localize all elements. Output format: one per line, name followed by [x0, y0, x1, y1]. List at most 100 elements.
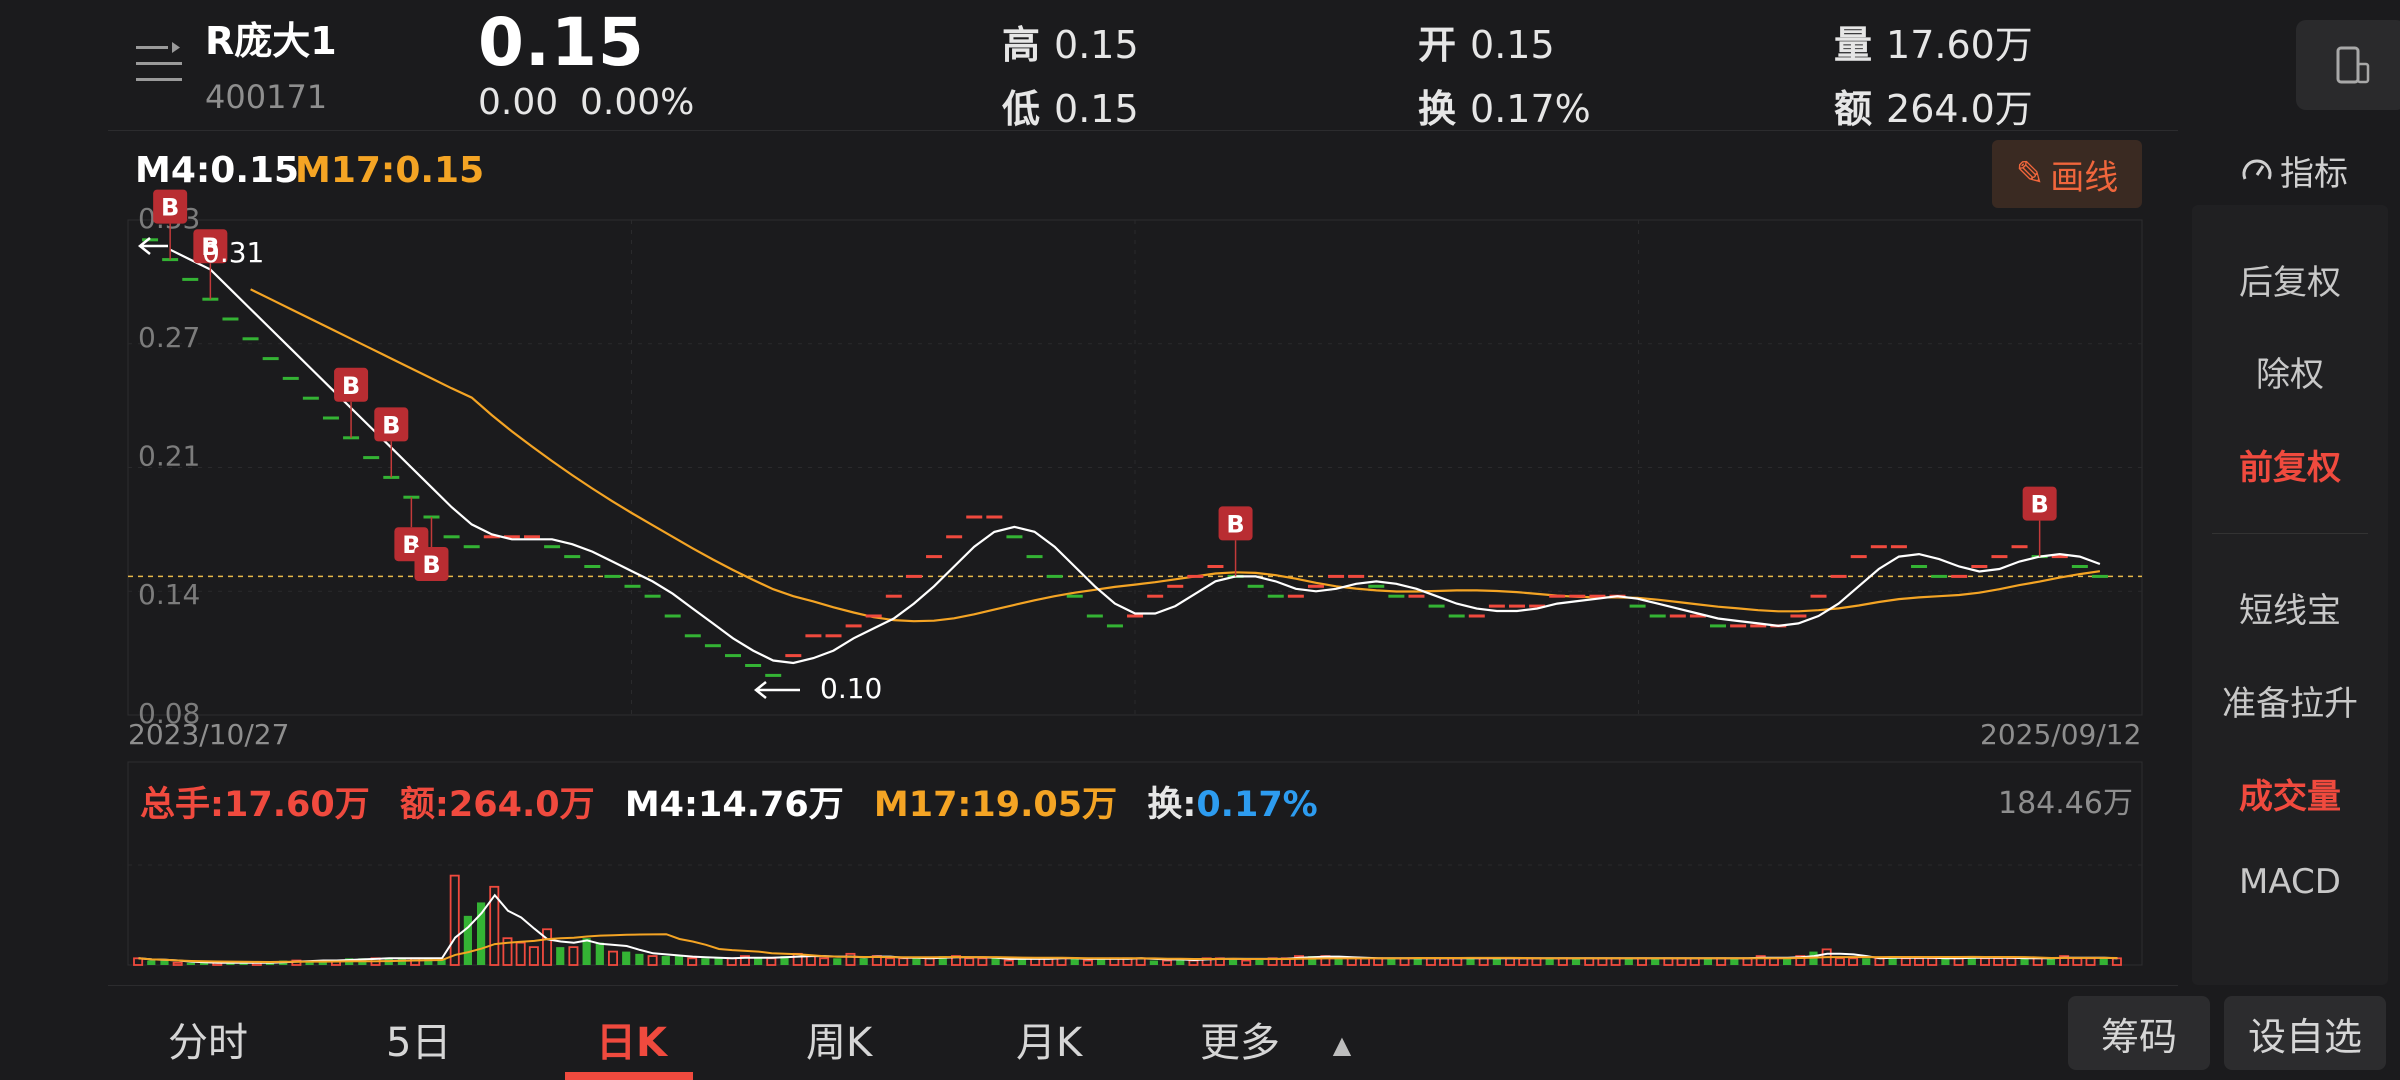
candle	[1669, 614, 1686, 618]
y-tick-label: 0.21	[138, 440, 200, 473]
volume-bar	[805, 955, 816, 966]
volume-bar	[1862, 958, 1871, 965]
volume-bar	[528, 946, 539, 966]
volume-ma4: M4:14.76万	[624, 785, 844, 825]
volume-bar	[595, 942, 604, 965]
candle	[1006, 535, 1023, 539]
candle	[1569, 594, 1586, 598]
volume-bar	[1689, 957, 1700, 966]
option-forward-adjusted[interactable]: 前复权	[2192, 440, 2388, 489]
candle	[885, 594, 902, 598]
option-macd[interactable]: MACD	[2192, 862, 2388, 902]
volume-bar	[515, 941, 526, 966]
volume-bar	[1439, 957, 1450, 966]
candle	[1428, 604, 1445, 608]
ma17-curve	[250, 288, 2101, 623]
volume-max-label: 184.46万	[1998, 786, 2133, 821]
volume-bar	[1663, 957, 1674, 966]
candle	[845, 624, 862, 628]
volume-bar	[1979, 957, 1990, 966]
volume-bar	[1848, 957, 1859, 966]
volume-bar	[449, 874, 460, 966]
indicator-header[interactable]: 指标	[2240, 146, 2348, 195]
candle	[1830, 574, 1847, 578]
candle	[1488, 604, 1505, 608]
volume-bar	[1492, 958, 1501, 965]
candle	[544, 545, 561, 549]
candle	[725, 654, 742, 658]
volume-ma17: M17:19.05万	[873, 785, 1118, 825]
volume-bar	[885, 957, 896, 966]
candle	[222, 317, 239, 321]
tab-daily-k[interactable]: 日K	[596, 1010, 667, 1068]
option-back-adjusted[interactable]: 后复权	[2192, 255, 2388, 304]
volume-bar	[674, 956, 684, 965]
candle	[262, 357, 279, 361]
landscape-toggle-button[interactable]	[2296, 20, 2400, 110]
tab-intraday[interactable]: 分时	[168, 1010, 248, 1068]
panel-divider	[2212, 533, 2368, 534]
volume-bar	[1413, 958, 1422, 965]
x-axis-end-date: 2025/09/12	[1980, 718, 2142, 751]
min-price-label: 0.10	[820, 672, 882, 705]
volume-ma-lines	[138, 893, 2118, 964]
tab-monthly-k[interactable]: 月K	[1016, 1010, 1082, 1068]
candle	[1207, 565, 1224, 568]
volume-bar	[661, 956, 670, 965]
candle	[523, 535, 540, 539]
volume-bar	[1597, 957, 1608, 966]
chips-button[interactable]: 筹码	[2068, 996, 2210, 1070]
volume-bar	[726, 957, 737, 966]
option-short-term[interactable]: 短线宝	[2192, 583, 2388, 632]
turnover-label: 换:	[1147, 785, 1197, 825]
candle	[704, 644, 721, 648]
volume-bar	[2085, 957, 2096, 966]
candle	[1046, 574, 1063, 578]
tab-more-label: 更多	[1200, 1020, 1280, 1066]
candle	[1287, 594, 1304, 598]
candle	[1931, 574, 1948, 578]
volume-bar	[1557, 957, 1568, 966]
candle	[624, 584, 641, 588]
candle	[805, 634, 822, 638]
buy-signal-label: B	[2030, 491, 2048, 519]
candle	[644, 594, 661, 598]
option-ready-rise[interactable]: 准备拉升	[2192, 676, 2388, 725]
candle	[825, 634, 842, 638]
option-volume[interactable]: 成交量	[2192, 769, 2388, 818]
candle	[463, 545, 480, 549]
option-ex-rights[interactable]: 除权	[2192, 347, 2388, 396]
volume-bar	[556, 947, 565, 965]
candle	[1328, 574, 1345, 578]
buy-signals: BBBBBBBB	[153, 189, 2057, 581]
volume-bar	[766, 957, 777, 966]
candle	[1086, 614, 1103, 618]
candle	[584, 565, 601, 568]
volume-bar	[754, 958, 763, 965]
tab-more[interactable]: 更多 ▲	[1200, 1010, 1351, 1068]
kline-chart[interactable]: 0.330.270.210.140.08 BBBBBBBB 0.310.10	[0, 0, 2160, 980]
candle	[363, 456, 380, 460]
candle	[1850, 555, 1867, 559]
y-tick-label: 0.27	[138, 321, 200, 354]
tab-weekly-k[interactable]: 周K	[806, 1010, 872, 1068]
volume-bar	[1927, 957, 1938, 966]
x-axis-start-date: 2023/10/27	[128, 718, 290, 751]
volume-bar	[1082, 959, 1093, 966]
candle	[1106, 624, 1123, 628]
volume-bar	[1783, 958, 1792, 965]
candle	[865, 614, 882, 618]
candle	[2091, 574, 2108, 578]
candle	[282, 376, 299, 380]
volume-bar	[1149, 960, 1158, 965]
candle	[1810, 594, 1827, 598]
tab-5day[interactable]: 5日	[386, 1010, 451, 1068]
volume-bar	[2046, 958, 2056, 965]
volume-bar	[1703, 958, 1713, 965]
max-price-label: 0.31	[202, 236, 264, 269]
candle	[1991, 555, 2008, 559]
add-watchlist-button[interactable]: 设自选	[2224, 996, 2386, 1070]
candle	[322, 416, 339, 420]
buy-signal-label: B	[342, 372, 360, 400]
volume-bar	[701, 958, 710, 965]
